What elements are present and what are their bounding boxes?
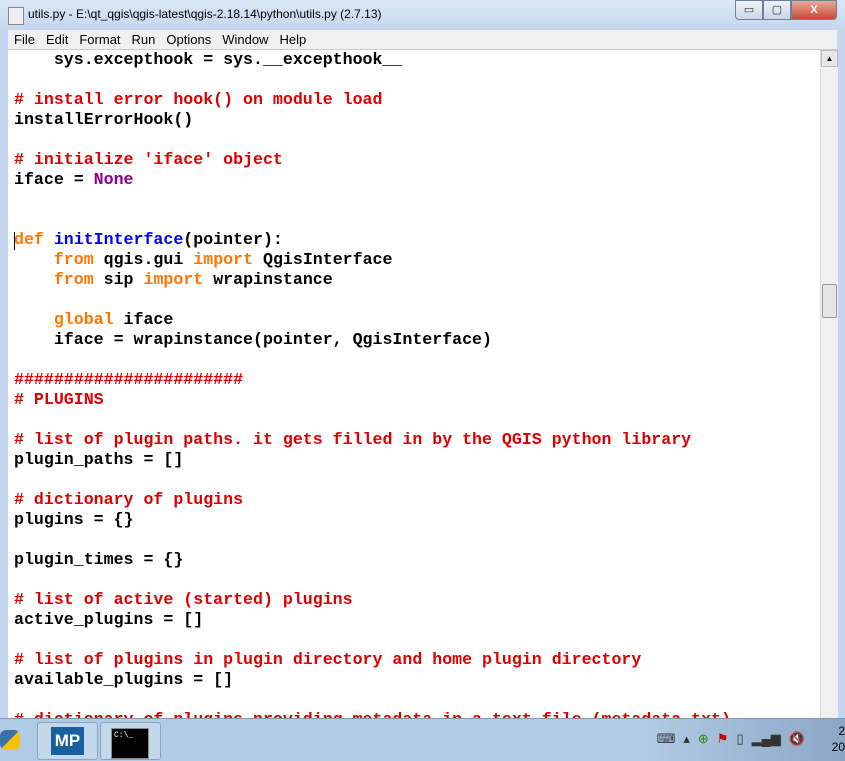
code-token: sip xyxy=(93,270,144,289)
menu-run[interactable]: Run xyxy=(126,30,161,49)
code-token: # list of plugins in plugin directory an… xyxy=(14,650,642,669)
code-token: (pointer): xyxy=(183,230,283,249)
code-token: from xyxy=(53,250,94,269)
code-token: plugin_paths = [] xyxy=(14,450,184,469)
code-line: # list of plugins in plugin directory an… xyxy=(14,650,641,670)
plus-icon[interactable]: ⊕ xyxy=(698,731,709,747)
code-line: # list of plugin paths. it gets filled i… xyxy=(14,430,691,450)
code-token: from xyxy=(53,270,94,289)
menu-window[interactable]: Window xyxy=(216,30,273,49)
window-frame-left xyxy=(0,30,8,718)
minimize-button[interactable]: ▭ xyxy=(735,0,763,20)
code-line: # install error hook() on module load xyxy=(14,90,382,110)
code-token: wrapinstance xyxy=(203,270,333,289)
menu-edit[interactable]: Edit xyxy=(40,30,73,49)
code-line: ####################### xyxy=(14,370,243,390)
cmd-icon: C:\_ xyxy=(111,728,149,759)
code-line: # PLUGINS xyxy=(14,390,104,410)
code-line: # dictionary of plugins xyxy=(14,490,243,510)
menu-options[interactable]: Options xyxy=(160,30,216,49)
code-token: import xyxy=(143,270,204,289)
python-icon[interactable] xyxy=(0,722,28,758)
code-token: # list of active (started) plugins xyxy=(14,590,353,609)
signal-icon[interactable]: ▂▄▆ xyxy=(752,731,781,747)
menu-format[interactable]: Format xyxy=(73,30,125,49)
show-hidden-icon[interactable]: ▴ xyxy=(683,731,690,747)
code-token: def xyxy=(14,230,44,249)
code-line: available_plugins = [] xyxy=(14,670,233,690)
code-line: active_plugins = [] xyxy=(14,610,203,630)
code-token: installErrorHook() xyxy=(14,110,194,129)
window-frame-right xyxy=(837,30,845,718)
code-line: sys.excepthook = sys.__excepthook__ xyxy=(14,50,403,70)
code-line: plugin_paths = [] xyxy=(14,450,183,470)
code-line: # list of active (started) plugins xyxy=(14,590,353,610)
code-token: plugins = {} xyxy=(14,510,134,529)
code-line: from qgis.gui import QgisInterface xyxy=(14,250,393,270)
menu-help[interactable]: Help xyxy=(273,30,311,49)
code-token: iface = xyxy=(14,170,94,189)
code-line: installErrorHook() xyxy=(14,110,193,130)
code-token: sys.excepthook = sys.__excepthook__ xyxy=(14,50,403,69)
volume-muted-icon[interactable]: 🔇 xyxy=(789,731,805,747)
scrollbar-thumb[interactable] xyxy=(822,284,837,318)
close-button[interactable]: X xyxy=(791,0,837,20)
code-token: None xyxy=(93,170,134,189)
code-token: # install error hook() on module load xyxy=(14,90,383,109)
power-icon[interactable]: ▯ xyxy=(736,731,743,747)
code-editor[interactable]: sys.excepthook = sys.__excepthook__ # ins… xyxy=(8,50,820,718)
code-line: def initInterface(pointer): xyxy=(14,230,283,250)
taskbar-item-cmd[interactable]: C:\_ xyxy=(100,722,161,760)
title-bar: utils.py - E:\qt_qgis\qgis-latest\qgis-2… xyxy=(0,0,845,31)
maximize-button[interactable]: ▢ xyxy=(763,0,791,20)
python-file-icon xyxy=(8,7,24,25)
taskbar: MP C:\_ ⌨ ▴ ⊕ ⚑ ▯ ▂▄▆ 🔇 2 20 xyxy=(0,718,845,761)
window-title: utils.py - E:\qt_qgis\qgis-latest\qgis-2… xyxy=(28,7,382,21)
code-token: iface xyxy=(113,310,174,329)
code-token: active_plugins = [] xyxy=(14,610,204,629)
code-token: iface = wrapinstance(pointer, QgisInterf… xyxy=(14,330,492,349)
code-line: from sip import wrapinstance xyxy=(14,270,333,290)
code-token: # dictionary of plugins providing metada… xyxy=(14,710,731,718)
flag-icon[interactable]: ⚑ xyxy=(717,731,729,747)
code-token: # list of plugin paths. it gets filled i… xyxy=(14,430,692,449)
system-tray: ⌨ ▴ ⊕ ⚑ ▯ ▂▄▆ 🔇 xyxy=(657,731,805,747)
menu-bar: File Edit Format Run Options Window Help xyxy=(8,30,837,50)
code-token: global xyxy=(53,310,114,329)
taskbar-item-mp[interactable]: MP xyxy=(37,722,98,760)
code-line: iface = None xyxy=(14,170,134,190)
vertical-scrollbar[interactable]: ▲ xyxy=(820,50,838,718)
code-token: # dictionary of plugins xyxy=(14,490,244,509)
code-line: iface = wrapinstance(pointer, QgisInterf… xyxy=(14,330,492,350)
code-token: available_plugins = [] xyxy=(14,670,234,689)
code-line: # initialize 'iface' object xyxy=(14,150,283,170)
scroll-up-arrow-icon[interactable]: ▲ xyxy=(821,50,838,67)
code-token: # initialize 'iface' object xyxy=(14,150,283,169)
code-line: plugins = {} xyxy=(14,510,134,530)
menu-file[interactable]: File xyxy=(8,30,40,49)
code-token: qgis.gui xyxy=(93,250,194,269)
clock[interactable]: 2 20 xyxy=(832,723,845,755)
mp-icon: MP xyxy=(51,727,84,755)
code-token: initInterface xyxy=(53,230,184,249)
code-line: global iface xyxy=(14,310,174,330)
code-line: plugin_times = {} xyxy=(14,550,183,570)
code-token: plugin_times = {} xyxy=(14,550,184,569)
code-line: # dictionary of plugins providing metada… xyxy=(14,710,731,718)
code-token: # PLUGINS xyxy=(14,390,104,409)
code-token: ####################### xyxy=(14,370,244,389)
code-token: import xyxy=(193,250,254,269)
keyboard-icon[interactable]: ⌨ xyxy=(657,731,676,747)
code-token: QgisInterface xyxy=(253,250,393,269)
